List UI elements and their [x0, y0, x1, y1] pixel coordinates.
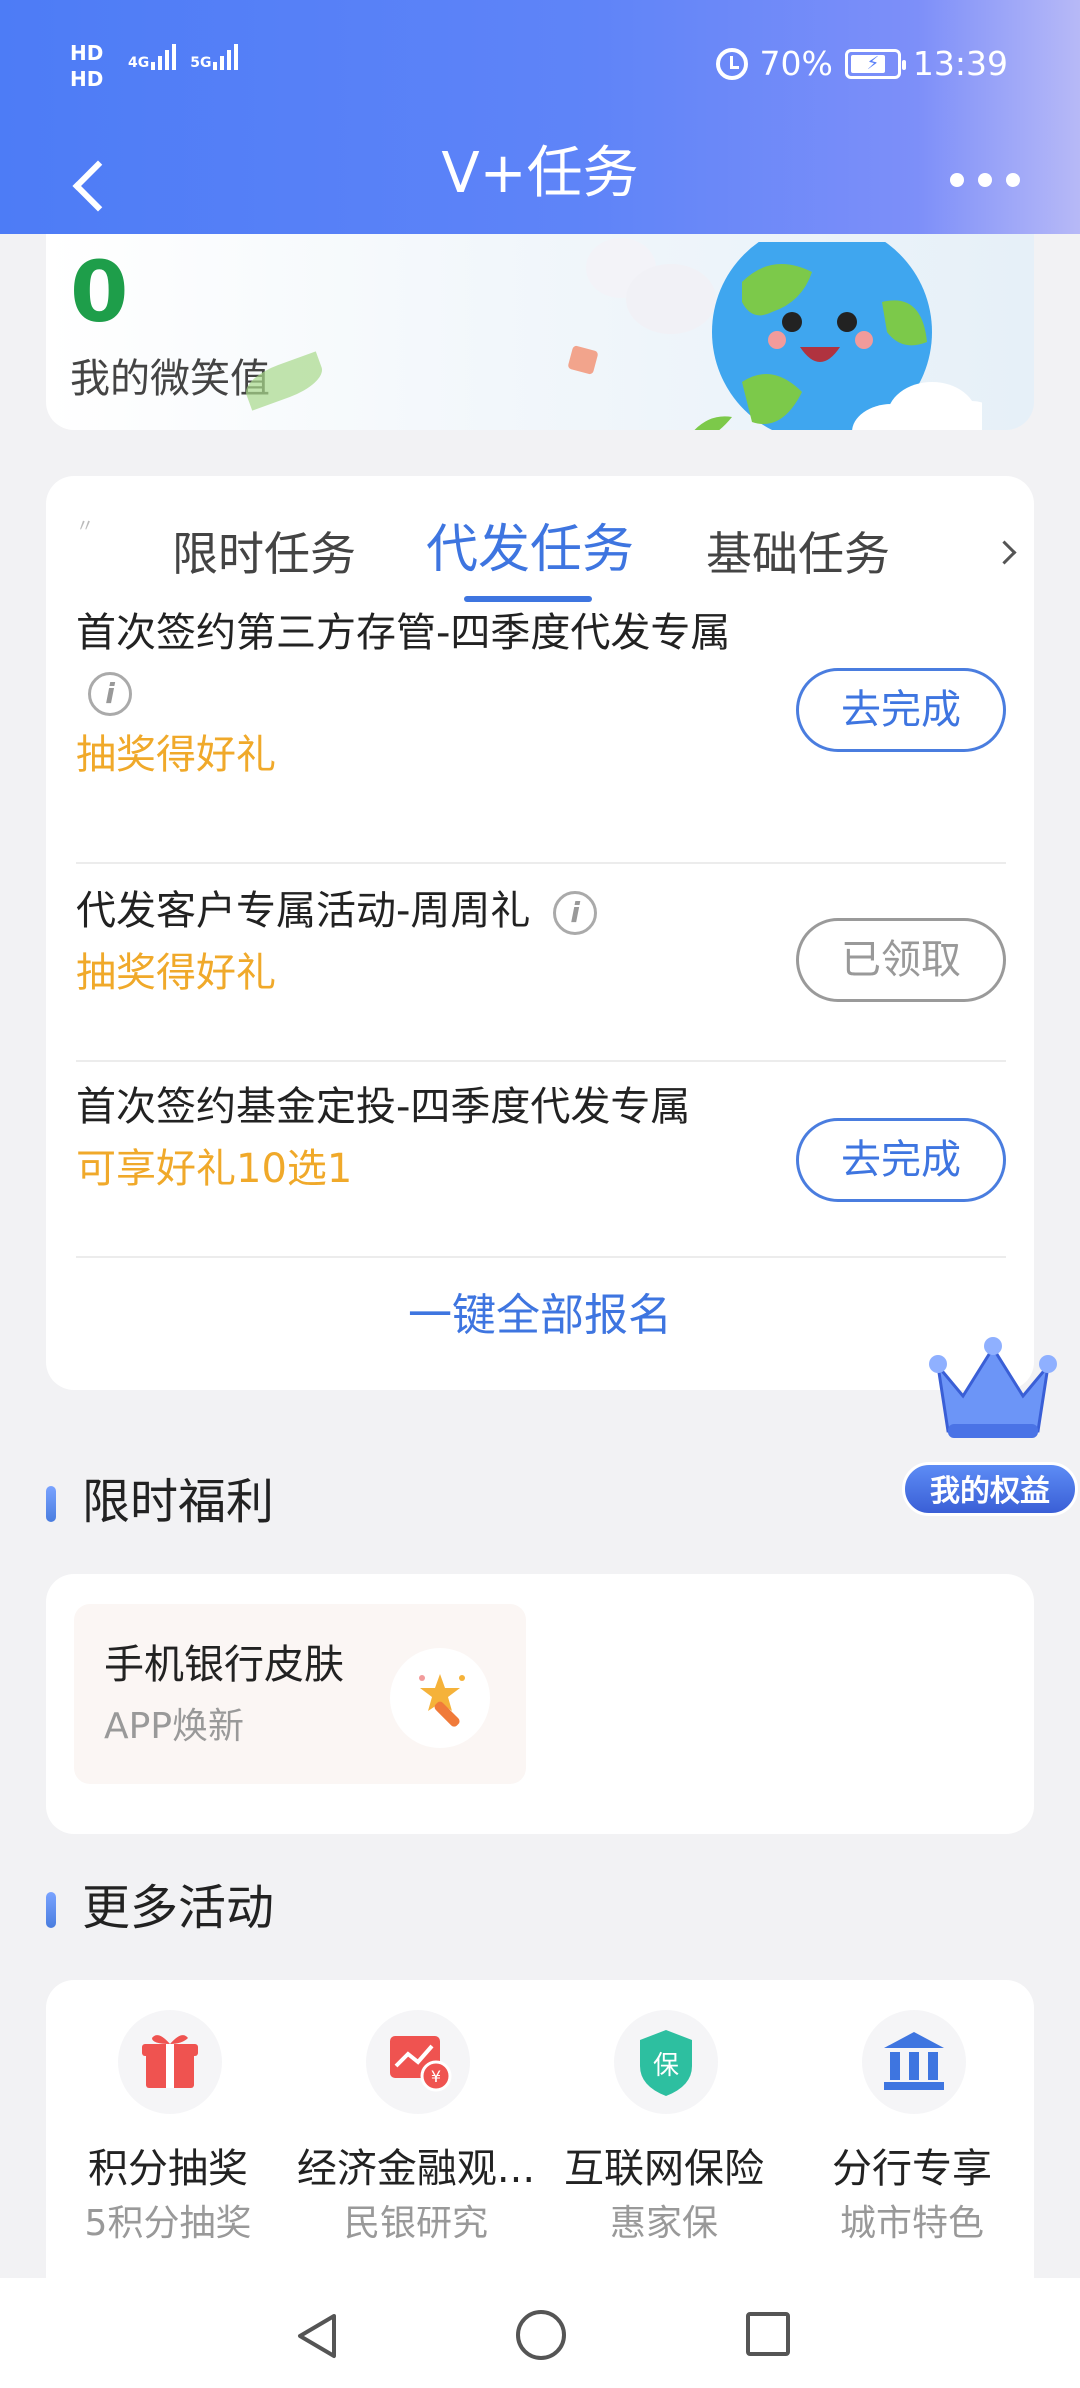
- system-home-icon[interactable]: [516, 2310, 566, 2360]
- system-recents-icon[interactable]: [746, 2312, 790, 2356]
- bank-building-icon: [862, 2010, 966, 2114]
- task-name: 代发客户专属活动-周周礼: [76, 888, 531, 934]
- tab-scroll-shadow: 〃: [76, 516, 94, 537]
- info-icon[interactable]: i: [553, 891, 598, 935]
- welfare-subtitle: APP焕新: [104, 1706, 245, 1747]
- signal-bars-icon: [213, 44, 239, 70]
- activity-title: 分行专享: [832, 2146, 992, 2192]
- info-icon: i: [88, 672, 132, 716]
- task-row: 代发客户专属活动-周周礼 i 抽奖得好礼 已领取: [76, 866, 1006, 1062]
- page-title: V+任务: [441, 141, 639, 206]
- nav-bar: V+任务: [0, 130, 1080, 234]
- status-right: 70% ⚡ 13:39: [715, 44, 1008, 83]
- gift-icon: [118, 2010, 222, 2114]
- chart-report-icon: ¥: [366, 2010, 470, 2114]
- more-options-button[interactable]: [930, 160, 1040, 200]
- activity-title: 积分抽奖: [88, 2146, 248, 2192]
- shield-insurance-icon: 保: [614, 2010, 718, 2114]
- signal-indicators: 4G 5G: [128, 44, 239, 71]
- activity-economic-view[interactable]: ¥ 经济金融观... 民银研究: [296, 2010, 536, 2280]
- task-row: 首次签约第三方存管-四季度代发专属 i 抽奖得好礼 去完成: [76, 606, 1006, 864]
- task-claimed-button[interactable]: 已领取: [796, 918, 1006, 1002]
- activity-title: 经济金融观...: [296, 2146, 536, 2192]
- task-complete-button[interactable]: 去完成: [796, 1118, 1006, 1202]
- tab-payroll-tasks[interactable]: 代发任务: [426, 518, 634, 582]
- welfare-card: 手机银行皮肤 APP焕新: [46, 1574, 1034, 1834]
- active-tab-indicator: [464, 596, 592, 602]
- earth-mascot-icon: [694, 242, 982, 430]
- svg-text:保: 保: [653, 2051, 679, 2081]
- system-nav-bar: [0, 2278, 1080, 2388]
- more-activities-card: 积分抽奖 5积分抽奖 ¥ 经济金融观... 民银研究 保 互联网保险 惠家保 分…: [46, 1980, 1034, 2280]
- activity-subtitle: 城市特色: [839, 2203, 984, 2244]
- my-rights-label: 我的权益: [902, 1462, 1078, 1516]
- task-name: 首次签约第三方存管-四季度代发专属: [76, 610, 731, 656]
- system-back-icon[interactable]: [290, 2308, 346, 2364]
- tabs-scroll-right-icon[interactable]: [962, 516, 1034, 586]
- hd-indicators: HD HD: [70, 40, 103, 92]
- activity-subtitle: 惠家保: [609, 2203, 718, 2244]
- network1-label: 4G: [128, 55, 150, 71]
- my-rights-button[interactable]: 我的权益: [902, 1330, 1080, 1520]
- hd2-label: HD: [70, 67, 104, 91]
- task-name-wrapper: 代发客户专属活动-周周礼 i: [76, 884, 598, 938]
- svg-text:¥: ¥: [431, 2067, 441, 2086]
- status-bar: HD HD 4G 5G 70% ⚡ 13:39: [0, 0, 1080, 130]
- task-info-button[interactable]: i: [88, 672, 132, 716]
- activity-subtitle: 5积分抽奖: [84, 2203, 252, 2244]
- network2-label: 5G: [190, 55, 212, 71]
- task-reward: 抽奖得好礼: [76, 732, 276, 778]
- cube-decoration: [567, 345, 599, 375]
- battery-icon: ⚡: [844, 48, 906, 79]
- tab-basic-tasks[interactable]: 基础任务: [706, 522, 890, 586]
- smile-label: 我的微笑值: [70, 356, 270, 402]
- task-complete-button[interactable]: 去完成: [796, 668, 1006, 752]
- header: HD HD 4G 5G 70% ⚡ 13:39 V+任务: [0, 0, 1080, 234]
- task-reward: 抽奖得好礼: [76, 950, 276, 996]
- signal-bars-icon: [151, 44, 177, 70]
- task-tabs: 〃 限时任务 代发任务 基础任务: [46, 476, 1034, 606]
- section-title-limited-welfare: 限时福利: [46, 1470, 274, 1534]
- task-reward: 可享好礼10选1: [76, 1146, 353, 1192]
- section-title-more-activities: 更多活动: [46, 1876, 274, 1940]
- tab-limited-tasks[interactable]: 限时任务: [172, 522, 356, 586]
- clock: 13:39: [912, 44, 1008, 83]
- welfare-tile-skin[interactable]: 手机银行皮肤 APP焕新: [74, 1604, 526, 1784]
- activity-points-lottery[interactable]: 积分抽奖 5积分抽奖: [48, 2010, 288, 2280]
- activity-internet-insurance[interactable]: 保 互联网保险 惠家保: [544, 2010, 784, 2280]
- activity-subtitle: 民银研究: [343, 2203, 488, 2244]
- task-row: 首次签约基金定投-四季度代发专属 可享好礼10选1 去完成: [76, 1062, 1006, 1258]
- smile-value-card[interactable]: 0 我的微笑值: [46, 234, 1034, 430]
- signup-all-button[interactable]: 一键全部报名: [46, 1286, 1034, 1346]
- task-name: 首次签约基金定投-四季度代发专属: [76, 1084, 691, 1130]
- task-card: 〃 限时任务 代发任务 基础任务 首次签约第三方存管-四季度代发专属 i 抽奖得…: [46, 476, 1034, 1390]
- activity-title: 互联网保险: [564, 2146, 764, 2192]
- magic-wand-icon: [390, 1648, 490, 1748]
- smile-value: 0: [70, 243, 129, 341]
- alarm-icon: [715, 47, 748, 80]
- activity-branch-exclusive[interactable]: 分行专享 城市特色: [792, 2010, 1032, 2280]
- hd1-label: HD: [70, 41, 104, 65]
- battery-percent: 70%: [759, 44, 833, 83]
- welfare-title: 手机银行皮肤: [104, 1642, 344, 1688]
- crown-icon: [929, 1337, 1057, 1438]
